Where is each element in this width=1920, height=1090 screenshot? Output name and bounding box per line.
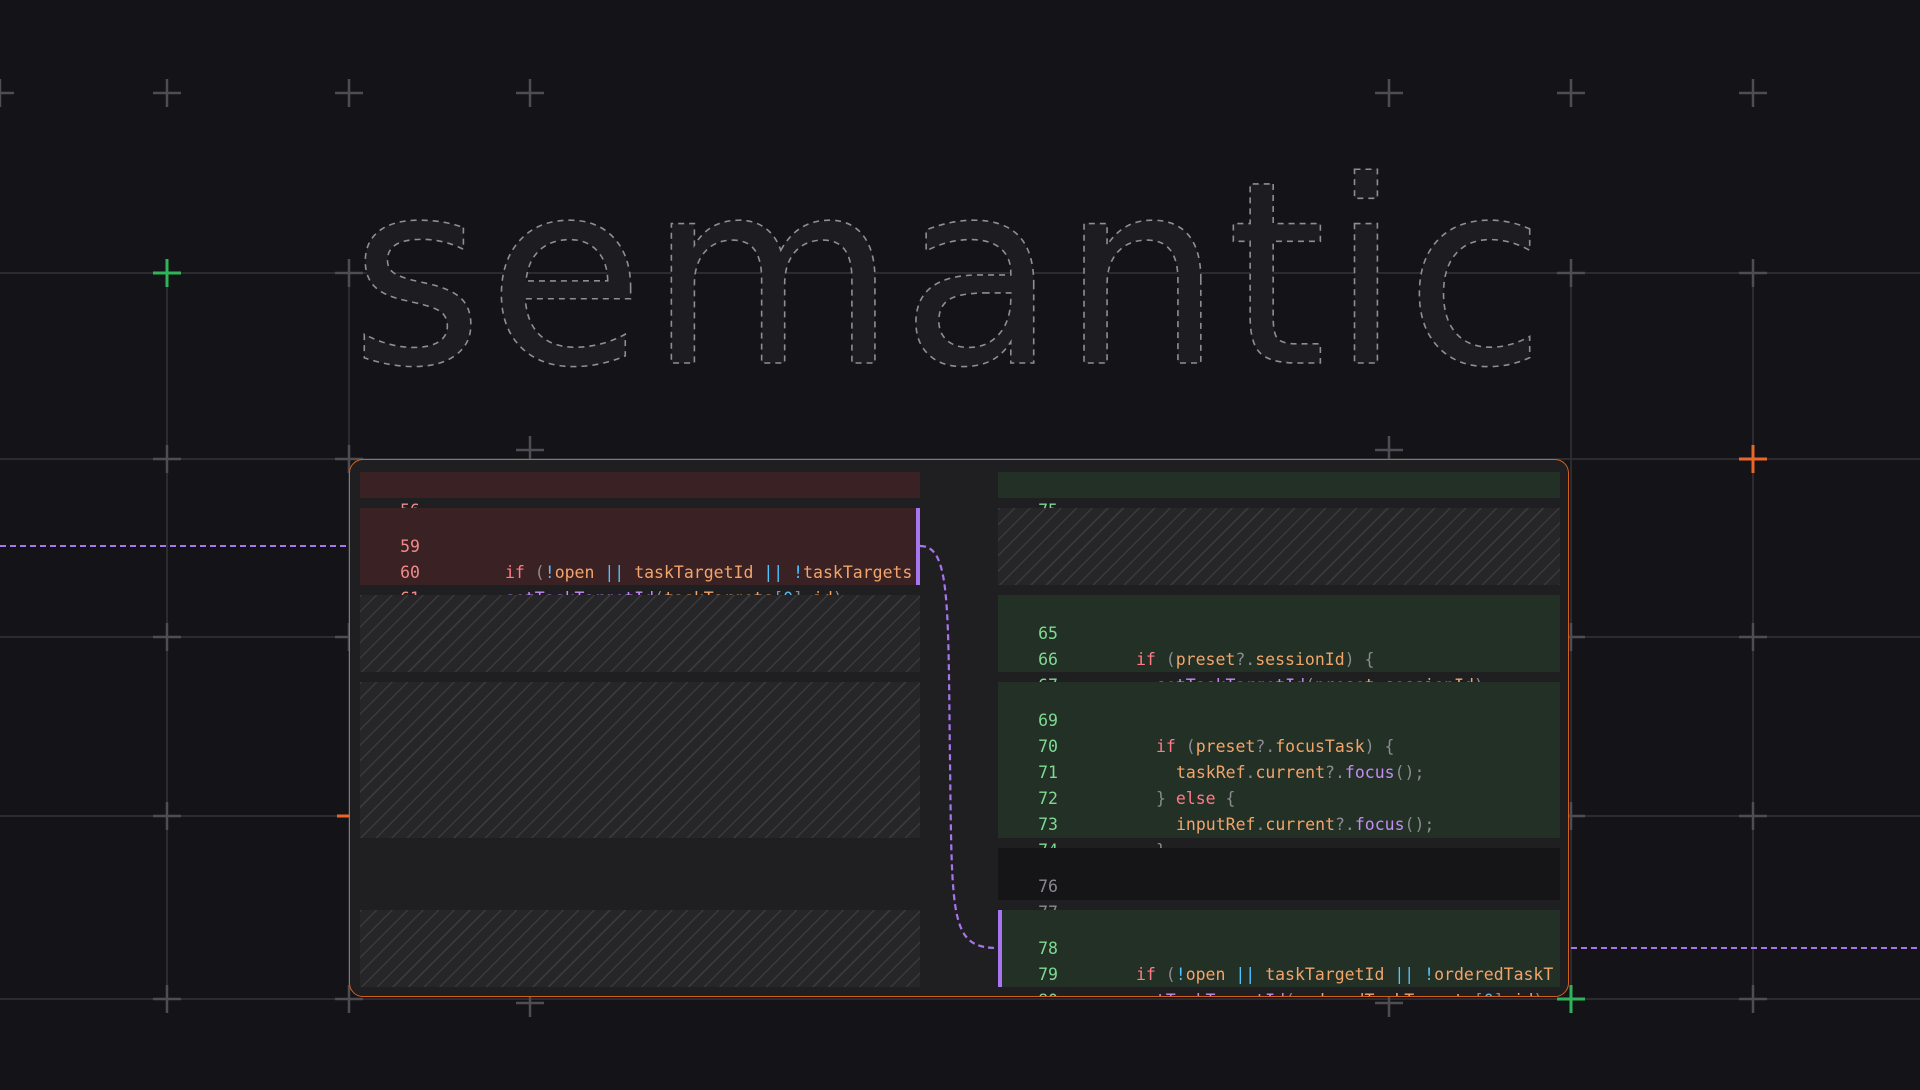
plus-marker-icon xyxy=(153,985,181,1013)
diff-stage: semantic 56 }, [open]); 59 if (!open || … xyxy=(0,0,1920,1090)
title-outline: semantic xyxy=(350,126,1549,400)
hunk-connector xyxy=(919,544,999,950)
plus-marker-icon xyxy=(153,802,181,830)
plus-marker-icon xyxy=(1739,623,1767,651)
diff-panel: 56 }, [open]); 59 if (!open || taskTarge… xyxy=(349,459,1569,997)
plus-marker-icon xyxy=(153,623,181,651)
plus-marker-icon xyxy=(153,445,181,473)
plus-marker-icon xyxy=(1739,802,1767,830)
plus-marker-icon xyxy=(1739,985,1767,1013)
title-word: semantic xyxy=(350,127,1549,400)
